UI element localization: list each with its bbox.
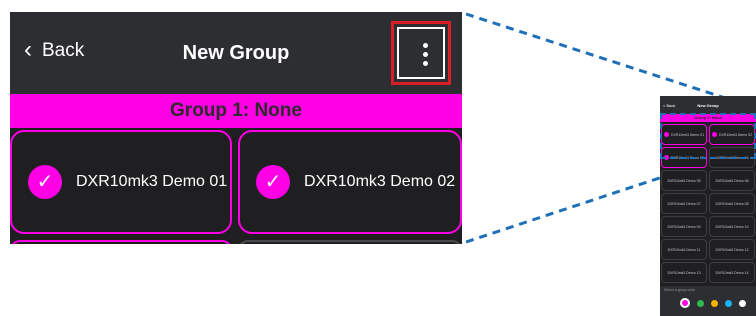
thumbnail-device-card[interactable]: DXR10mk3 Demo 11 [661,239,707,260]
color-hint-label: Select a group color [664,288,696,292]
thumbnail-device-card[interactable]: DXR10mk3 Demo 08 [709,193,755,214]
color-swatch-magenta[interactable] [680,298,690,308]
color-swatch-green[interactable] [697,299,704,307]
thumbnail-title: New Group [697,103,719,108]
thumbnail-device-card[interactable]: DXR10mk3 Demo 10 [709,216,755,237]
thumbnail-device-card[interactable]: DXR10mk3 Demo 13 [661,262,707,283]
thumbnail-device-card[interactable]: DXR10mk3 Demo 06 [709,170,755,191]
color-swatch-yellow[interactable] [711,299,718,307]
thumbnail-device-card[interactable]: DXR10mk3 Demo 07 [661,193,707,214]
color-swatches [680,298,746,308]
thumbnail-device-card[interactable]: DXR10mk3 Demo 09 [661,216,707,237]
thumbnail-header: < Back New Group [660,96,756,114]
color-swatch-cyan[interactable] [725,299,732,307]
thumbnail-device-card[interactable]: DXR10mk3 Demo 12 [709,239,755,260]
thumbnail-device-card[interactable]: DXR10mk3 Demo 05 [661,170,707,191]
color-swatch-white[interactable] [739,299,746,307]
thumbnail-zoom-region [660,113,756,159]
thumbnail-color-footer: Select a group color [660,286,756,316]
thumbnail-device-card[interactable]: DXR10mk3 Demo 14 [709,262,755,283]
zoom-connector-lines [465,12,756,244]
